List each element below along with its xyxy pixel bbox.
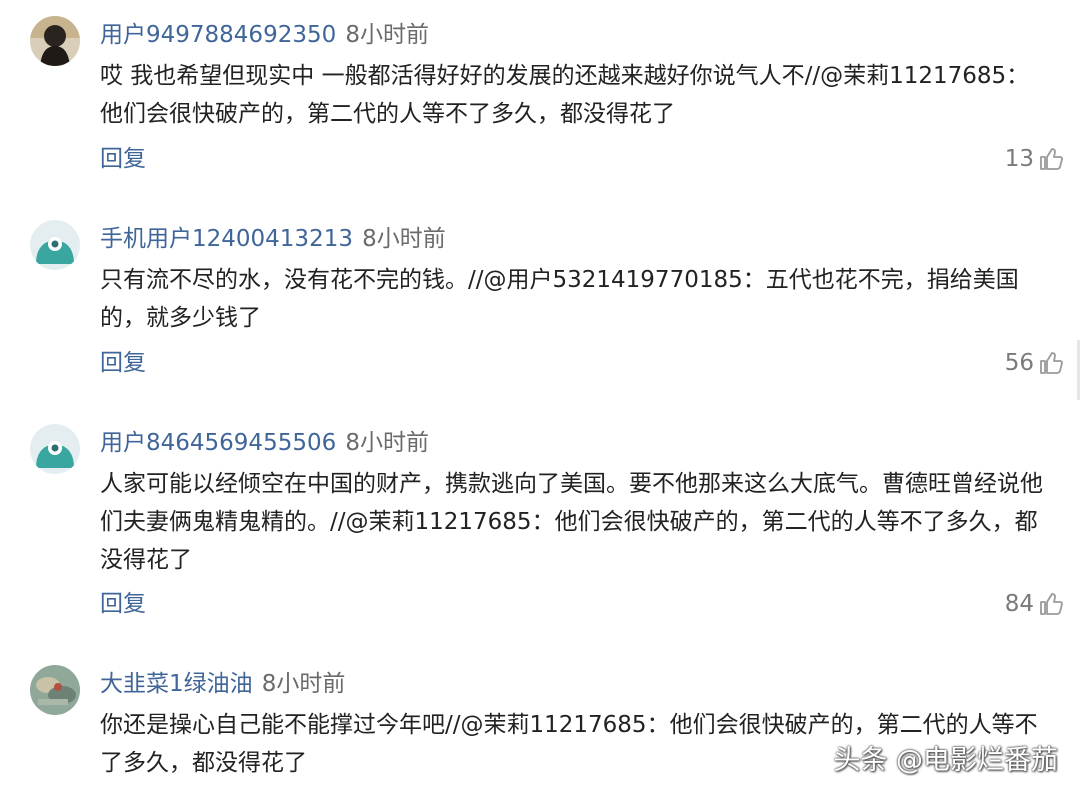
username[interactable]: 手机用户12400413213: [100, 226, 353, 252]
avatar[interactable]: [30, 220, 80, 270]
thumbs-up-icon: [1040, 352, 1063, 374]
comment-text: 哎 我也希望但现实中 一般都活得好好的发展的还越来越好你说气人不//@茉莉112…: [100, 63, 1030, 127]
reply-button[interactable]: 回复: [100, 144, 146, 174]
reply-button[interactable]: 回复: [100, 589, 146, 619]
username[interactable]: 大韭菜1绿油油: [100, 671, 253, 697]
teal-default-avatar-icon: [30, 220, 80, 270]
watermark: 头条 @电影烂番茄: [833, 745, 1058, 776]
like-count: 13: [1004, 146, 1034, 172]
username[interactable]: 用户8464569455506: [100, 430, 336, 456]
photo-avatar-icon: [30, 665, 80, 715]
dark-figure-avatar-icon: [30, 16, 80, 66]
comment-time: 8小时前: [362, 226, 446, 252]
teal-default-avatar-icon: [30, 424, 80, 474]
like-button[interactable]: 13: [1005, 144, 1064, 174]
username[interactable]: 用户9497884692350: [100, 22, 336, 48]
like-button[interactable]: 84: [1005, 589, 1064, 619]
avatar[interactable]: [30, 424, 80, 474]
like-button[interactable]: 56: [1005, 348, 1064, 378]
comment-text: 人家可能以经倾空在中国的财产，携款逃向了美国。要不他那来这么大底气。曹德旺曾经说…: [100, 471, 1043, 573]
comment-header: 大韭菜1绿油油 8小时前: [100, 667, 345, 701]
comment-time: 8小时前: [261, 671, 346, 697]
comment-header: 用户9497884692350 8小时前: [100, 18, 429, 52]
avatar[interactable]: [30, 16, 80, 66]
thumbs-up-icon: [1040, 593, 1063, 615]
comment-text: 只有流不尽的水，没有花不完的钱。//@用户5321419770185：五代也花不…: [100, 267, 1019, 331]
like-count: 84: [1004, 591, 1034, 617]
like-count: 56: [1004, 350, 1034, 376]
comment-time: 8小时前: [345, 22, 429, 48]
reply-button[interactable]: 回复: [100, 348, 146, 378]
avatar[interactable]: [30, 665, 80, 715]
thumbs-up-icon: [1040, 148, 1063, 170]
comment-header: 手机用户12400413213 8小时前: [100, 222, 446, 256]
comment-header: 用户8464569455506 8小时前: [100, 426, 429, 460]
comment-time: 8小时前: [345, 430, 429, 456]
